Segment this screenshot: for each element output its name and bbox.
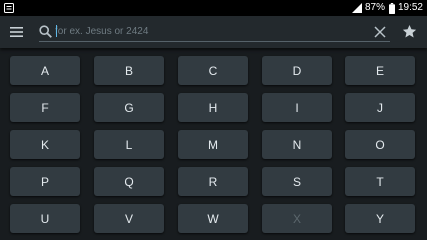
- letter-key-r[interactable]: R: [178, 167, 248, 196]
- letter-key-q[interactable]: Q: [94, 167, 164, 196]
- letter-key-v[interactable]: V: [94, 204, 164, 233]
- text-cursor: [56, 25, 57, 37]
- letter-key-e[interactable]: E: [345, 56, 415, 85]
- letter-key-k[interactable]: K: [10, 130, 80, 159]
- menu-icon[interactable]: [10, 26, 23, 38]
- battery-percent: 87%: [364, 2, 385, 13]
- letter-key-i[interactable]: I: [262, 93, 332, 122]
- signal-icon: [351, 3, 362, 13]
- battery-icon: [388, 2, 395, 14]
- toolbar: [0, 16, 427, 48]
- letter-key-j[interactable]: J: [345, 93, 415, 122]
- letter-key-f[interactable]: F: [10, 93, 80, 122]
- status-bar: 87% 19:52: [0, 0, 427, 16]
- clock: 19:52: [397, 2, 423, 13]
- close-icon[interactable]: [374, 26, 386, 38]
- search-icon: [39, 25, 52, 38]
- letter-key-a[interactable]: A: [10, 56, 80, 85]
- star-icon[interactable]: [402, 24, 417, 39]
- letter-key-t[interactable]: T: [345, 167, 415, 196]
- status-right: 87% 19:52: [351, 0, 423, 16]
- letter-key-b[interactable]: B: [94, 56, 164, 85]
- notification-icon: [4, 3, 14, 13]
- letter-key-l[interactable]: L: [94, 130, 164, 159]
- letter-key-c[interactable]: C: [178, 56, 248, 85]
- letter-key-h[interactable]: H: [178, 93, 248, 122]
- letter-key-o[interactable]: O: [345, 130, 415, 159]
- letter-key-p[interactable]: P: [10, 167, 80, 196]
- letter-key-u[interactable]: U: [10, 204, 80, 233]
- letter-key-s[interactable]: S: [262, 167, 332, 196]
- letter-key-n[interactable]: N: [262, 130, 332, 159]
- letter-key-x: X: [262, 204, 332, 233]
- letter-key-g[interactable]: G: [94, 93, 164, 122]
- letter-key-m[interactable]: M: [178, 130, 248, 159]
- letter-key-w[interactable]: W: [178, 204, 248, 233]
- letter-key-y[interactable]: Y: [345, 204, 415, 233]
- letter-key-d[interactable]: D: [262, 56, 332, 85]
- search-underline: [39, 41, 390, 42]
- search-input[interactable]: [55, 23, 365, 39]
